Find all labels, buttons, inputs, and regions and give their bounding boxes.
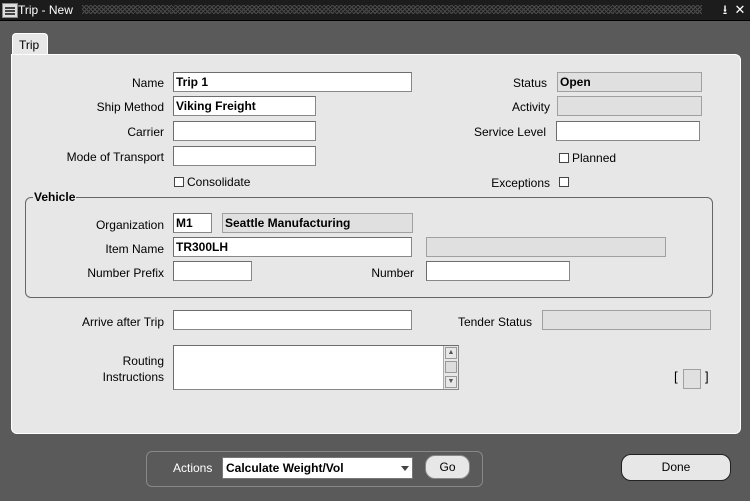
consolidate-label: Consolidate <box>187 175 251 189</box>
tab-trip[interactable]: Trip <box>12 33 48 56</box>
routing-instructions-textarea[interactable]: ▲ ▼ <box>173 345 459 390</box>
activity-field <box>557 96 702 116</box>
tab-trip-label: Trip <box>19 38 40 52</box>
done-button[interactable]: Done <box>621 454 731 481</box>
item-description-field <box>426 237 666 257</box>
close-icon[interactable]: ✕ <box>733 2 747 18</box>
actions-selected-value: Calculate Weight/Vol <box>226 461 344 475</box>
number-prefix-label: Number Prefix <box>87 266 164 280</box>
item-name-label: Item Name <box>105 242 164 256</box>
ship-method-label: Ship Method <box>96 100 164 114</box>
routing-scrollbar[interactable]: ▲ ▼ <box>443 346 458 389</box>
consolidate-checkbox[interactable] <box>174 177 184 187</box>
arrive-after-trip-field[interactable] <box>173 310 412 330</box>
organization-label: Organization <box>95 218 164 232</box>
item-name-field[interactable]: TR300LH <box>173 237 412 257</box>
mode-of-transport-label: Mode of Transport <box>66 150 164 164</box>
ship-method-field[interactable]: Viking Freight <box>173 96 316 116</box>
window-title: Trip - New <box>18 3 73 17</box>
mode-of-transport-field[interactable] <box>173 146 316 166</box>
routing-instructions-label-line2: Instructions <box>102 370 164 384</box>
scroll-thumb[interactable] <box>445 361 457 373</box>
app-icon <box>2 3 18 18</box>
activity-label: Activity <box>511 100 550 114</box>
name-label: Name <box>131 76 164 90</box>
number-label: Number <box>371 266 414 280</box>
scroll-down-icon[interactable]: ▼ <box>445 376 457 388</box>
carrier-label: Carrier <box>127 125 164 139</box>
descriptive-flexfield[interactable] <box>683 369 701 389</box>
actions-select[interactable]: Calculate Weight/Vol <box>222 457 413 479</box>
title-bar[interactable]: Trip - New ⭳ ✕ <box>0 0 750 21</box>
chevron-down-icon[interactable] <box>401 466 409 471</box>
status-label: Status <box>512 76 547 90</box>
service-level-field[interactable] <box>556 121 700 141</box>
name-field[interactable]: Trip 1 <box>173 72 412 92</box>
flex-bracket-close: ] <box>705 369 709 384</box>
minimize-icon[interactable]: ⭳ <box>718 2 732 18</box>
tender-status-field <box>542 310 711 330</box>
carrier-field[interactable] <box>173 121 316 141</box>
planned-label: Planned <box>572 151 617 165</box>
arrive-after-trip-label: Arrive after Trip <box>81 315 164 329</box>
title-bar-texture <box>82 5 702 14</box>
go-button[interactable]: Go <box>425 455 470 479</box>
exceptions-checkbox[interactable] <box>559 177 569 187</box>
number-field[interactable] <box>426 261 570 281</box>
vehicle-group-title: Vehicle <box>33 190 77 204</box>
routing-instructions-label-line1: Routing <box>122 354 164 368</box>
organization-name-field: Seattle Manufacturing <box>222 213 413 233</box>
flex-bracket-open: [ <box>674 369 678 384</box>
scroll-up-icon[interactable]: ▲ <box>445 347 457 359</box>
organization-code-field[interactable]: M1 <box>173 213 212 233</box>
tender-status-label: Tender Status <box>457 315 532 329</box>
exceptions-label: Exceptions <box>491 176 550 190</box>
actions-label: Actions <box>173 461 213 475</box>
planned-checkbox[interactable] <box>559 153 569 163</box>
status-field: Open <box>557 72 702 92</box>
service-level-label: Service Level <box>473 125 546 139</box>
trip-window: Trip - New ⭳ ✕ Trip Name Trip 1 Ship Met… <box>0 0 750 501</box>
number-prefix-field[interactable] <box>173 261 252 281</box>
